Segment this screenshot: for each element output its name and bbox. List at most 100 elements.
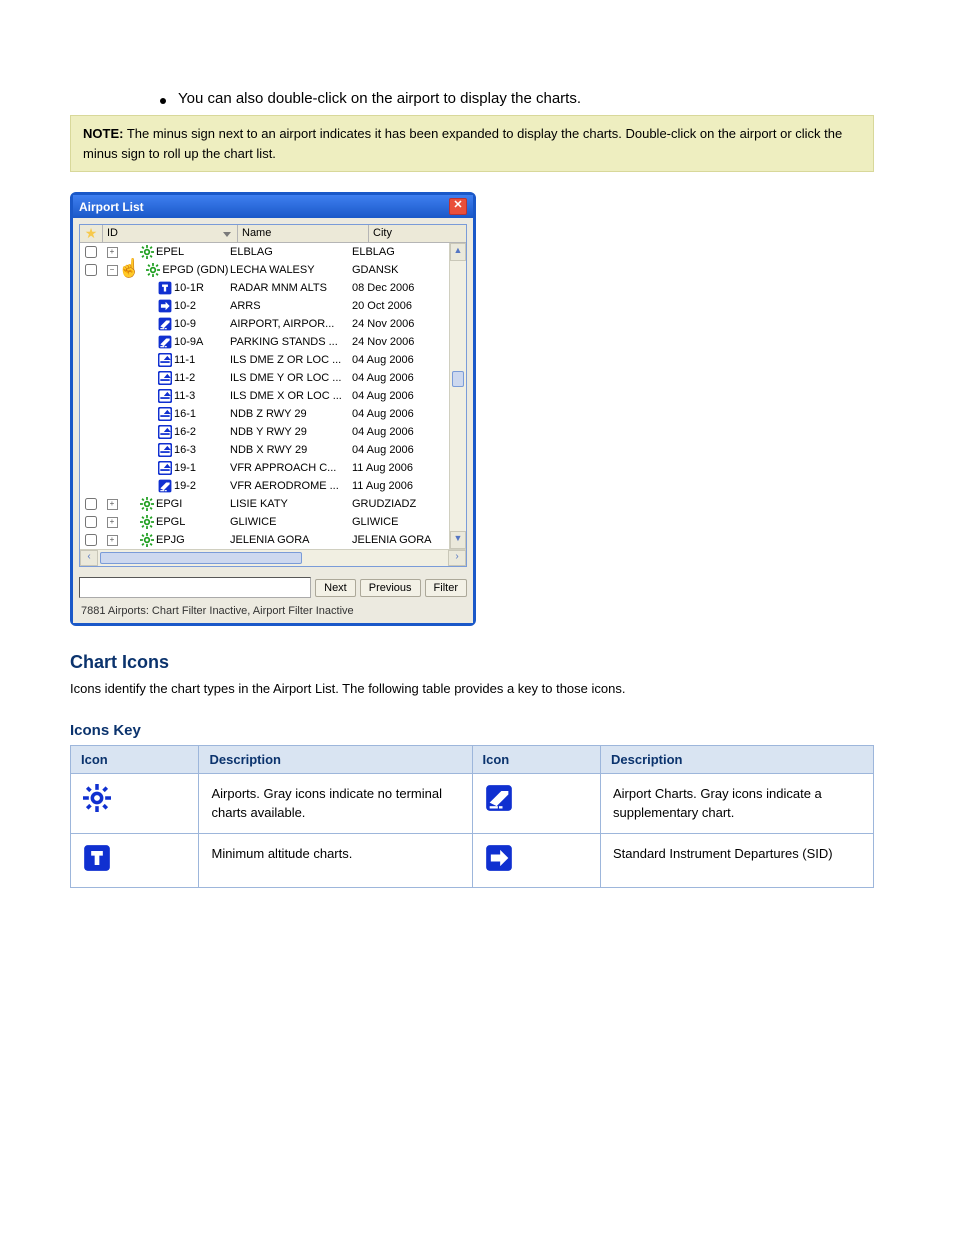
chart-type-icon	[158, 353, 172, 367]
chart-row[interactable]: 19-2VFR AERODROME ...11 Aug 2006	[80, 477, 466, 495]
chart-id: 19-2	[174, 480, 230, 492]
hand-cursor-icon: ☝	[118, 261, 140, 275]
chart-id: 11-3	[174, 390, 230, 402]
scroll-right-button[interactable]: ›	[448, 550, 466, 566]
chart-id: 10-1R	[174, 282, 230, 294]
scroll-up-button[interactable]: ▲	[450, 243, 466, 261]
chart-id: 11-2	[174, 372, 230, 384]
chart-id: 10-2	[174, 300, 230, 312]
scroll-down-button[interactable]: ▼	[450, 531, 466, 549]
scroll-thumb-h[interactable]	[100, 552, 302, 564]
chart-type-icon	[158, 479, 172, 493]
th-icon-r: Icon	[472, 745, 600, 773]
airport-row[interactable]: +EPJGJELENIA GORAJELENIA GORA	[80, 531, 466, 549]
airport-list-window: Airport List ✕ ★ ID Name City + EPELELBLA…	[70, 192, 476, 626]
chart-row[interactable]: 16-1NDB Z RWY 2904 Aug 2006	[80, 405, 466, 423]
chart-name: ILS DME Z OR LOC ...	[230, 354, 352, 366]
chart-row[interactable]: 11-1ILS DME Z OR LOC ...04 Aug 2006	[80, 351, 466, 369]
airport-name: ELBLAG	[230, 246, 352, 258]
window-controls: Next Previous Filter	[73, 573, 473, 602]
chart-id: 16-1	[174, 408, 230, 420]
key-airportcharts-desc: Airport Charts. Gray icons indicate a su…	[600, 773, 873, 833]
row-checkbox[interactable]	[80, 498, 102, 510]
chart-id: 10-9	[174, 318, 230, 330]
key-airportcharts-icon	[472, 773, 600, 833]
chart-id: 19-1	[174, 462, 230, 474]
row-checkbox[interactable]	[80, 264, 102, 276]
col-city[interactable]: City	[369, 225, 466, 242]
chart-id: 16-2	[174, 426, 230, 438]
th-icon-l: Icon	[71, 745, 199, 773]
key-sid-icon	[472, 833, 600, 888]
section-icons-key: Icons Key	[70, 722, 874, 739]
vertical-scrollbar[interactable]: ▲ ▼	[449, 243, 466, 549]
airport-id: EPEL	[156, 246, 230, 258]
row-checkbox[interactable]	[80, 516, 102, 528]
chart-type-icon	[158, 461, 172, 475]
chart-name: NDB Y RWY 29	[230, 426, 352, 438]
row-checkbox[interactable]	[80, 534, 102, 546]
chart-type-icon	[158, 317, 172, 331]
chart-row[interactable]: 10-9APARKING STANDS ...24 Nov 2006	[80, 333, 466, 351]
col-favorite[interactable]: ★	[80, 225, 103, 242]
chart-name: AIRPORT, AIRPOR...	[230, 318, 352, 330]
chart-row[interactable]: 10-9AIRPORT, AIRPOR...24 Nov 2006	[80, 315, 466, 333]
th-desc-r: Description	[600, 745, 873, 773]
chart-name: PARKING STANDS ...	[230, 336, 352, 348]
window-close-button[interactable]: ✕	[449, 198, 467, 215]
doc-bullet: You can also double-click on the airport…	[160, 90, 874, 107]
icons-key-table: Icon Description Icon Description Airpor…	[70, 745, 874, 889]
airport-name: JELENIA GORA	[230, 534, 352, 546]
expander[interactable]: +	[104, 495, 120, 513]
chart-row[interactable]: 10-1RRADAR MNM ALTS08 Dec 2006	[80, 279, 466, 297]
chart-name: ILS DME X OR LOC ...	[230, 390, 352, 402]
airport-gear-icon	[146, 263, 160, 277]
row-checkbox[interactable]	[80, 246, 102, 258]
chart-row[interactable]: 11-3ILS DME X OR LOC ...04 Aug 2006	[80, 387, 466, 405]
key-airports-icon	[71, 773, 199, 833]
chart-type-icon	[158, 299, 172, 313]
chart-type-icon	[158, 281, 172, 295]
bullet-text: You can also double-click on the airport…	[178, 90, 581, 107]
expander[interactable]: +	[104, 531, 120, 549]
key-sid-desc: Standard Instrument Departures (SID)	[600, 833, 873, 888]
airport-gear-icon	[140, 497, 154, 511]
chart-type-icon	[158, 335, 172, 349]
previous-button[interactable]: Previous	[360, 579, 421, 597]
search-input[interactable]	[79, 577, 311, 598]
chart-name: VFR AERODROME ...	[230, 480, 352, 492]
chart-row[interactable]: 10-2ARRS20 Oct 2006	[80, 297, 466, 315]
chart-type-icon	[158, 371, 172, 385]
airport-row[interactable]: +EPGILISIE KATYGRUDZIADZ	[80, 495, 466, 513]
next-button[interactable]: Next	[315, 579, 356, 597]
scroll-left-button[interactable]: ‹	[80, 550, 98, 566]
scroll-thumb[interactable]	[452, 371, 464, 387]
chart-row[interactable]: 16-2NDB Y RWY 2904 Aug 2006	[80, 423, 466, 441]
grid-header: ★ ID Name City	[80, 225, 466, 243]
chart-name: ARRS	[230, 300, 352, 312]
airport-row[interactable]: −☝EPGD (GDN)LECHA WALESYGDANSK	[80, 261, 466, 279]
note-box: NOTE: The minus sign next to an airport …	[70, 115, 874, 172]
chart-id: 11-1	[174, 354, 230, 366]
airport-id: EPGD (GDN)	[162, 264, 230, 276]
chart-name: VFR APPROACH C...	[230, 462, 352, 474]
key-airports-desc: Airports. Gray icons indicate no termina…	[199, 773, 472, 833]
chart-row[interactable]: 16-3NDB X RWY 2904 Aug 2006	[80, 441, 466, 459]
section-chart-icons: Chart Icons	[70, 652, 874, 673]
chart-row[interactable]: 19-1VFR APPROACH C...11 Aug 2006	[80, 459, 466, 477]
airport-id: EPJG	[156, 534, 230, 546]
window-titlebar[interactable]: Airport List ✕	[73, 195, 473, 218]
col-name[interactable]: Name	[238, 225, 369, 242]
airport-id: EPGL	[156, 516, 230, 528]
airport-row[interactable]: +EPGLGLIWICEGLIWICE	[80, 513, 466, 531]
horizontal-scrollbar[interactable]: ‹ ›	[80, 549, 466, 566]
col-id[interactable]: ID	[103, 225, 238, 242]
chart-row[interactable]: 11-2ILS DME Y OR LOC ...04 Aug 2006	[80, 369, 466, 387]
chart-name: NDB X RWY 29	[230, 444, 352, 456]
expander[interactable]: +	[104, 513, 120, 531]
section-intro: Icons identify the chart types in the Ai…	[70, 679, 874, 700]
filter-button[interactable]: Filter	[425, 579, 467, 597]
airport-name: LISIE KATY	[230, 498, 352, 510]
chart-type-icon	[158, 407, 172, 421]
th-desc-l: Description	[199, 745, 472, 773]
